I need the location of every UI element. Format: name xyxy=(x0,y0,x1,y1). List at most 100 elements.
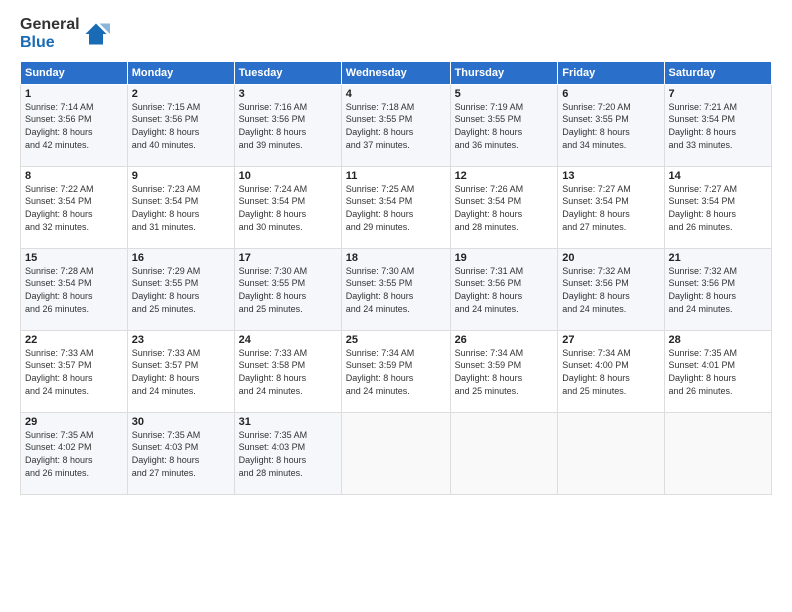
calendar-cell xyxy=(341,412,450,494)
day-number: 14 xyxy=(669,170,767,182)
day-number: 1 xyxy=(25,88,123,100)
calendar-cell: 7Sunrise: 7:21 AMSunset: 3:54 PMDaylight… xyxy=(664,84,771,166)
calendar-cell: 9Sunrise: 7:23 AMSunset: 3:54 PMDaylight… xyxy=(127,166,234,248)
calendar-cell: 25Sunrise: 7:34 AMSunset: 3:59 PMDayligh… xyxy=(341,330,450,412)
calendar-cell: 16Sunrise: 7:29 AMSunset: 3:55 PMDayligh… xyxy=(127,248,234,330)
calendar-cell: 17Sunrise: 7:30 AMSunset: 3:55 PMDayligh… xyxy=(234,248,341,330)
day-header-tuesday: Tuesday xyxy=(234,61,341,84)
day-header-saturday: Saturday xyxy=(664,61,771,84)
day-number: 20 xyxy=(562,252,659,264)
calendar-cell: 8Sunrise: 7:22 AMSunset: 3:54 PMDaylight… xyxy=(21,166,128,248)
day-number: 19 xyxy=(455,252,554,264)
day-number: 7 xyxy=(669,88,767,100)
day-info: Sunrise: 7:22 AMSunset: 3:54 PMDaylight:… xyxy=(25,183,123,233)
day-number: 31 xyxy=(239,416,337,428)
day-info: Sunrise: 7:19 AMSunset: 3:55 PMDaylight:… xyxy=(455,101,554,151)
calendar-cell: 1Sunrise: 7:14 AMSunset: 3:56 PMDaylight… xyxy=(21,84,128,166)
calendar-cell: 22Sunrise: 7:33 AMSunset: 3:57 PMDayligh… xyxy=(21,330,128,412)
day-info: Sunrise: 7:26 AMSunset: 3:54 PMDaylight:… xyxy=(455,183,554,233)
day-number: 16 xyxy=(132,252,230,264)
day-header-wednesday: Wednesday xyxy=(341,61,450,84)
calendar-week-row: 8Sunrise: 7:22 AMSunset: 3:54 PMDaylight… xyxy=(21,166,772,248)
calendar-cell: 24Sunrise: 7:33 AMSunset: 3:58 PMDayligh… xyxy=(234,330,341,412)
day-info: Sunrise: 7:32 AMSunset: 3:56 PMDaylight:… xyxy=(562,265,659,315)
header: General Blue xyxy=(20,16,772,53)
day-number: 9 xyxy=(132,170,230,182)
day-number: 11 xyxy=(346,170,446,182)
calendar-cell: 21Sunrise: 7:32 AMSunset: 3:56 PMDayligh… xyxy=(664,248,771,330)
day-number: 12 xyxy=(455,170,554,182)
calendar-cell xyxy=(664,412,771,494)
day-info: Sunrise: 7:29 AMSunset: 3:55 PMDaylight:… xyxy=(132,265,230,315)
day-number: 2 xyxy=(132,88,230,100)
logo-icon xyxy=(82,20,110,48)
day-info: Sunrise: 7:14 AMSunset: 3:56 PMDaylight:… xyxy=(25,101,123,151)
calendar-week-row: 22Sunrise: 7:33 AMSunset: 3:57 PMDayligh… xyxy=(21,330,772,412)
calendar-cell: 2Sunrise: 7:15 AMSunset: 3:56 PMDaylight… xyxy=(127,84,234,166)
day-number: 18 xyxy=(346,252,446,264)
day-info: Sunrise: 7:32 AMSunset: 3:56 PMDaylight:… xyxy=(669,265,767,315)
day-number: 27 xyxy=(562,334,659,346)
day-number: 8 xyxy=(25,170,123,182)
calendar-cell: 12Sunrise: 7:26 AMSunset: 3:54 PMDayligh… xyxy=(450,166,558,248)
calendar-cell xyxy=(450,412,558,494)
calendar-cell: 14Sunrise: 7:27 AMSunset: 3:54 PMDayligh… xyxy=(664,166,771,248)
day-number: 6 xyxy=(562,88,659,100)
day-number: 29 xyxy=(25,416,123,428)
day-number: 30 xyxy=(132,416,230,428)
day-header-thursday: Thursday xyxy=(450,61,558,84)
calendar-cell xyxy=(558,412,664,494)
day-number: 22 xyxy=(25,334,123,346)
day-number: 15 xyxy=(25,252,123,264)
calendar-cell: 26Sunrise: 7:34 AMSunset: 3:59 PMDayligh… xyxy=(450,330,558,412)
day-info: Sunrise: 7:27 AMSunset: 3:54 PMDaylight:… xyxy=(669,183,767,233)
day-number: 26 xyxy=(455,334,554,346)
day-info: Sunrise: 7:33 AMSunset: 3:57 PMDaylight:… xyxy=(132,347,230,397)
day-info: Sunrise: 7:25 AMSunset: 3:54 PMDaylight:… xyxy=(346,183,446,233)
calendar-cell: 19Sunrise: 7:31 AMSunset: 3:56 PMDayligh… xyxy=(450,248,558,330)
day-number: 23 xyxy=(132,334,230,346)
day-header-sunday: Sunday xyxy=(21,61,128,84)
calendar-cell: 30Sunrise: 7:35 AMSunset: 4:03 PMDayligh… xyxy=(127,412,234,494)
day-info: Sunrise: 7:18 AMSunset: 3:55 PMDaylight:… xyxy=(346,101,446,151)
day-info: Sunrise: 7:21 AMSunset: 3:54 PMDaylight:… xyxy=(669,101,767,151)
day-info: Sunrise: 7:20 AMSunset: 3:55 PMDaylight:… xyxy=(562,101,659,151)
calendar-cell: 27Sunrise: 7:34 AMSunset: 4:00 PMDayligh… xyxy=(558,330,664,412)
day-info: Sunrise: 7:30 AMSunset: 3:55 PMDaylight:… xyxy=(346,265,446,315)
day-info: Sunrise: 7:15 AMSunset: 3:56 PMDaylight:… xyxy=(132,101,230,151)
calendar-cell: 11Sunrise: 7:25 AMSunset: 3:54 PMDayligh… xyxy=(341,166,450,248)
day-header-friday: Friday xyxy=(558,61,664,84)
calendar-cell: 15Sunrise: 7:28 AMSunset: 3:54 PMDayligh… xyxy=(21,248,128,330)
day-info: Sunrise: 7:34 AMSunset: 3:59 PMDaylight:… xyxy=(455,347,554,397)
day-info: Sunrise: 7:33 AMSunset: 3:57 PMDaylight:… xyxy=(25,347,123,397)
calendar-week-row: 1Sunrise: 7:14 AMSunset: 3:56 PMDaylight… xyxy=(21,84,772,166)
calendar-page: General Blue SundayMondayTuesdayWednesda… xyxy=(0,0,792,612)
calendar-cell: 6Sunrise: 7:20 AMSunset: 3:55 PMDaylight… xyxy=(558,84,664,166)
day-number: 13 xyxy=(562,170,659,182)
calendar-body: 1Sunrise: 7:14 AMSunset: 3:56 PMDaylight… xyxy=(21,84,772,494)
day-info: Sunrise: 7:33 AMSunset: 3:58 PMDaylight:… xyxy=(239,347,337,397)
calendar-cell: 3Sunrise: 7:16 AMSunset: 3:56 PMDaylight… xyxy=(234,84,341,166)
day-number: 17 xyxy=(239,252,337,264)
calendar-week-row: 29Sunrise: 7:35 AMSunset: 4:02 PMDayligh… xyxy=(21,412,772,494)
calendar-cell: 4Sunrise: 7:18 AMSunset: 3:55 PMDaylight… xyxy=(341,84,450,166)
logo: General Blue xyxy=(20,16,110,53)
day-header-monday: Monday xyxy=(127,61,234,84)
day-number: 3 xyxy=(239,88,337,100)
day-info: Sunrise: 7:27 AMSunset: 3:54 PMDaylight:… xyxy=(562,183,659,233)
day-info: Sunrise: 7:34 AMSunset: 3:59 PMDaylight:… xyxy=(346,347,446,397)
calendar-week-row: 15Sunrise: 7:28 AMSunset: 3:54 PMDayligh… xyxy=(21,248,772,330)
calendar-cell: 29Sunrise: 7:35 AMSunset: 4:02 PMDayligh… xyxy=(21,412,128,494)
day-number: 24 xyxy=(239,334,337,346)
calendar-cell: 18Sunrise: 7:30 AMSunset: 3:55 PMDayligh… xyxy=(341,248,450,330)
day-info: Sunrise: 7:16 AMSunset: 3:56 PMDaylight:… xyxy=(239,101,337,151)
day-info: Sunrise: 7:35 AMSunset: 4:02 PMDaylight:… xyxy=(25,429,123,479)
day-info: Sunrise: 7:34 AMSunset: 4:00 PMDaylight:… xyxy=(562,347,659,397)
day-number: 25 xyxy=(346,334,446,346)
calendar-cell: 23Sunrise: 7:33 AMSunset: 3:57 PMDayligh… xyxy=(127,330,234,412)
calendar-table: SundayMondayTuesdayWednesdayThursdayFrid… xyxy=(20,61,772,495)
calendar-cell: 10Sunrise: 7:24 AMSunset: 3:54 PMDayligh… xyxy=(234,166,341,248)
calendar-cell: 31Sunrise: 7:35 AMSunset: 4:03 PMDayligh… xyxy=(234,412,341,494)
day-info: Sunrise: 7:31 AMSunset: 3:56 PMDaylight:… xyxy=(455,265,554,315)
day-number: 10 xyxy=(239,170,337,182)
